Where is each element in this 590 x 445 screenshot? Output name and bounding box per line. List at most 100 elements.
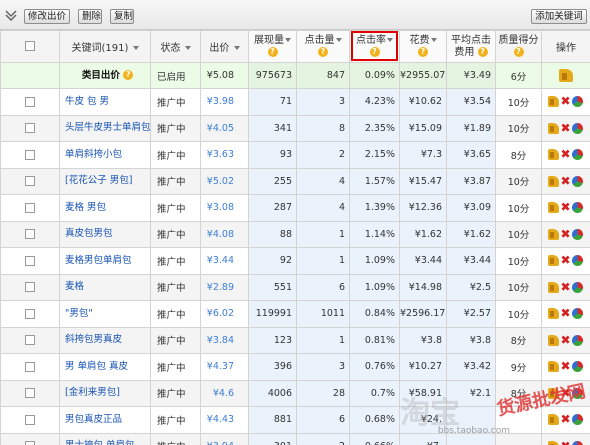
row-checkbox[interactable] — [25, 441, 35, 445]
help-icon[interactable]: ? — [477, 46, 488, 57]
header-impressions[interactable]: 展现量? — [248, 30, 297, 63]
bid-thumb-icon[interactable] — [548, 175, 559, 187]
price-link[interactable]: ¥3.63 — [200, 141, 249, 169]
row-checkbox[interactable] — [25, 308, 35, 319]
help-icon[interactable]: ? — [318, 46, 328, 57]
bid-thumb-icon[interactable] — [548, 334, 559, 346]
price-link[interactable]: ¥4.08 — [200, 220, 249, 248]
sort-icon[interactable] — [387, 37, 393, 42]
collapse-arrow-icon[interactable] — [5, 9, 17, 21]
help-icon[interactable]: ? — [267, 46, 278, 57]
delete-x-icon[interactable]: ✖ — [560, 254, 571, 266]
header-price[interactable]: 出价 — [200, 30, 249, 63]
keyword-link[interactable]: 牛皮 包 男 — [59, 88, 151, 116]
bid-thumb-icon[interactable] — [548, 96, 559, 108]
help-icon[interactable]: ? — [418, 46, 428, 57]
bid-thumb-icon[interactable] — [548, 308, 559, 320]
header-avg-cpc[interactable]: 平均点击 费用 ? — [446, 30, 496, 63]
bid-thumb-icon[interactable] — [548, 255, 559, 267]
delete-x-icon[interactable]: ✖ — [560, 413, 571, 425]
row-checkbox[interactable] — [25, 388, 35, 399]
delete-x-icon[interactable]: ✖ — [560, 440, 571, 445]
report-pie-icon[interactable] — [572, 202, 583, 214]
delete-x-icon[interactable]: ✖ — [560, 334, 571, 346]
keyword-link[interactable]: 斜挎包男真皮 — [59, 326, 151, 354]
bid-thumb-icon[interactable] — [559, 69, 573, 82]
delete-x-icon[interactable]: ✖ — [560, 281, 571, 293]
keyword-link[interactable]: "男包" — [59, 300, 151, 328]
delete-x-icon[interactable]: ✖ — [560, 360, 571, 372]
row-checkbox[interactable] — [25, 96, 35, 107]
modify-price-button[interactable]: 修改出价 — [24, 9, 70, 24]
bid-thumb-icon[interactable] — [548, 440, 559, 445]
delete-x-icon[interactable]: ✖ — [560, 307, 571, 319]
add-keyword-button[interactable]: 添加关键词 — [531, 9, 587, 24]
header-status[interactable]: 状态 — [150, 30, 201, 63]
keyword-link[interactable]: 麦格 — [59, 273, 151, 301]
header-quality[interactable]: 质量得分? — [495, 30, 542, 63]
help-icon[interactable]: ? — [369, 46, 380, 57]
bid-thumb-icon[interactable] — [548, 414, 559, 426]
report-pie-icon[interactable] — [572, 281, 583, 293]
report-pie-icon[interactable] — [572, 122, 583, 134]
sort-icon[interactable] — [285, 37, 291, 42]
price-link[interactable]: ¥3.44 — [200, 247, 249, 275]
report-pie-icon[interactable] — [572, 255, 583, 267]
sort-icon[interactable] — [184, 46, 191, 50]
delete-x-icon[interactable]: ✖ — [560, 122, 571, 134]
header-keyword[interactable]: 关键词(191) — [59, 30, 151, 63]
bid-thumb-icon[interactable] — [548, 202, 559, 214]
delete-x-icon[interactable]: ✖ — [560, 201, 571, 213]
select-all-checkbox[interactable] — [25, 41, 35, 51]
help-icon[interactable]: ? — [513, 46, 524, 57]
keyword-link[interactable]: 单肩斜挎小包 — [59, 141, 151, 169]
header-clicks[interactable]: 点击量? — [296, 30, 350, 63]
price-link[interactable]: ¥4.6 — [200, 379, 249, 407]
keyword-link[interactable]: 头层牛皮男士单肩包 — [59, 114, 151, 142]
help-icon[interactable]: ? — [123, 70, 134, 80]
price-link[interactable]: ¥3.08 — [200, 194, 249, 222]
report-pie-icon[interactable] — [572, 175, 583, 187]
price-link[interactable]: ¥4.37 — [200, 353, 249, 381]
price-link[interactable]: ¥5.02 — [200, 167, 249, 195]
row-checkbox[interactable] — [25, 176, 35, 187]
sort-icon[interactable] — [132, 46, 139, 50]
row-checkbox[interactable] — [25, 282, 35, 293]
bid-thumb-icon[interactable] — [548, 281, 559, 293]
price-link[interactable]: ¥4.05 — [200, 114, 249, 142]
category-price[interactable]: ¥5.08 — [200, 62, 249, 89]
report-pie-icon[interactable] — [572, 308, 583, 320]
report-pie-icon[interactable] — [572, 149, 583, 161]
delete-x-icon[interactable]: ✖ — [560, 175, 571, 187]
delete-button[interactable]: 删除 — [78, 9, 102, 24]
sort-icon[interactable] — [430, 37, 437, 42]
keyword-link[interactable]: [金利来男包] — [59, 379, 151, 407]
row-checkbox[interactable] — [25, 255, 35, 266]
keyword-link[interactable]: 麦格男包单肩包 — [59, 247, 151, 275]
sort-icon[interactable] — [233, 46, 240, 50]
row-checkbox[interactable] — [25, 361, 35, 372]
report-pie-icon[interactable] — [572, 228, 583, 240]
price-link[interactable]: ¥4.43 — [200, 406, 249, 434]
header-cost[interactable]: 花费? — [399, 30, 447, 63]
bid-thumb-icon[interactable] — [548, 149, 559, 161]
delete-x-icon[interactable]: ✖ — [560, 95, 571, 107]
keyword-link[interactable]: [花花公子 男包] — [59, 167, 151, 195]
bid-thumb-icon[interactable] — [548, 122, 559, 134]
bid-thumb-icon[interactable] — [548, 228, 559, 240]
row-checkbox[interactable] — [25, 414, 35, 425]
header-ctr[interactable]: 点击率? — [349, 30, 400, 63]
row-checkbox[interactable] — [25, 202, 35, 213]
sort-icon[interactable] — [335, 37, 342, 42]
price-link[interactable]: ¥3.94 — [200, 432, 249, 445]
price-link[interactable]: ¥3.84 — [200, 326, 249, 354]
keyword-link[interactable]: 男 单肩包 真皮 — [59, 353, 151, 381]
report-pie-icon[interactable] — [572, 96, 583, 108]
report-pie-icon[interactable] — [572, 414, 583, 426]
row-checkbox[interactable] — [25, 335, 35, 346]
keyword-link[interactable]: 麦格 男包 — [59, 194, 151, 222]
report-pie-icon[interactable] — [572, 361, 583, 373]
report-pie-icon[interactable] — [572, 440, 583, 445]
keyword-link[interactable]: 男士挎包 单肩包 — [59, 432, 151, 445]
keyword-link[interactable]: 男包真皮正品 — [59, 406, 151, 434]
